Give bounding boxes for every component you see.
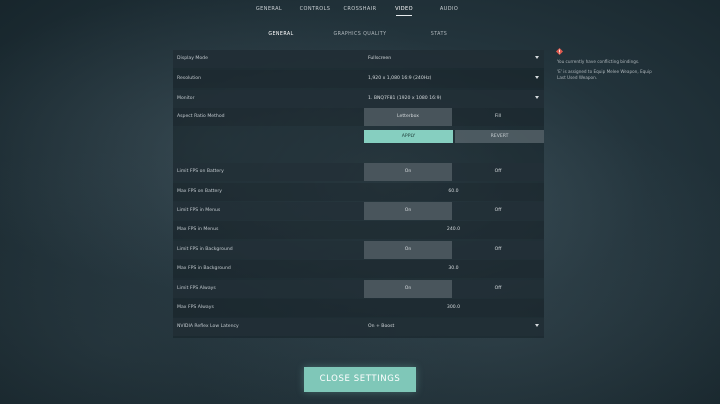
limit-fps-battery-label: Limit FPS on Battery	[177, 169, 224, 174]
chevron-down-icon[interactable]	[535, 76, 539, 79]
aspect-ratio-row: Aspect Ratio Method Letterbox Fill	[173, 108, 544, 126]
limit-fps-menus-on[interactable]: On	[364, 202, 452, 220]
note-line-2: 'E' is assigned to Equip Melee Weapon, E…	[557, 69, 652, 74]
max-fps-menus-row[interactable]: Max FPS in Menus 240.0	[173, 221, 544, 239]
limit-fps-menus-label: Limit FPS in Menus	[177, 208, 221, 213]
monitor-value: 1. BNQ7F81 (1920 x 1080 16:9)	[368, 96, 442, 101]
note-line-1: You currently have conflicting bindings.	[557, 59, 640, 64]
max-fps-background-row[interactable]: Max FPS in Background 30.0	[173, 260, 544, 278]
nvidia-reflex-label: NVIDIA Reflex Low Latency	[177, 324, 239, 329]
revert-button[interactable]: REVERT	[455, 130, 544, 143]
max-fps-always-value[interactable]: 300.0	[173, 305, 544, 310]
limit-fps-background-on[interactable]: On	[364, 241, 452, 259]
max-fps-battery-row[interactable]: Max FPS on Battery 60.0	[173, 183, 544, 201]
letterbox-option[interactable]: Letterbox	[364, 108, 452, 126]
display-mode-value: Fullscreen	[368, 56, 392, 61]
subtab-graphics-quality[interactable]: GRAPHICS QUALITY	[320, 32, 400, 37]
display-mode-label: Display Mode	[177, 56, 208, 61]
max-fps-battery-value[interactable]: 60.0	[173, 189, 544, 194]
nvidia-reflex-row[interactable]: NVIDIA Reflex Low Latency On + Boost	[173, 318, 544, 336]
monitor-label: Monitor	[177, 96, 195, 101]
monitor-row[interactable]: Monitor 1. BNQ7F81 (1920 x 1080 16:9)	[173, 90, 544, 108]
aspect-ratio-label: Aspect Ratio Method	[177, 114, 225, 119]
limit-fps-always-off[interactable]: Off	[454, 280, 542, 298]
limit-fps-battery-off[interactable]: Off	[454, 163, 542, 181]
fill-option[interactable]: Fill	[454, 108, 542, 126]
chevron-down-icon[interactable]	[535, 96, 539, 99]
sub-navigation: GENERAL GRAPHICS QUALITY STATS	[0, 30, 720, 42]
limit-fps-battery-on[interactable]: On	[364, 163, 452, 181]
subtab-general[interactable]: GENERAL	[241, 32, 321, 37]
warning-diamond-icon	[556, 48, 563, 55]
max-fps-background-value[interactable]: 30.0	[173, 266, 544, 271]
limit-fps-background-off[interactable]: Off	[454, 241, 542, 259]
resolution-label: Resolution	[177, 76, 202, 81]
close-settings-button[interactable]: CLOSE SETTINGS	[304, 367, 416, 392]
resolution-row[interactable]: Resolution 1,920 x 1,080 16:9 (240Hz)	[173, 70, 544, 88]
note-line-3: Last Used Weapon.	[557, 75, 598, 80]
apply-button[interactable]: APPLY	[364, 130, 453, 143]
tab-audio[interactable]: AUDIO	[419, 6, 479, 12]
limit-fps-background-label: Limit FPS in Background	[177, 247, 233, 252]
top-navigation: GENERAL CONTROLS CROSSHAIR VIDEO AUDIO	[0, 0, 720, 20]
max-fps-menus-value[interactable]: 240.0	[173, 227, 544, 232]
limit-fps-battery-row: Limit FPS on Battery On Off	[173, 163, 544, 181]
max-fps-always-row[interactable]: Max FPS Always 300.0	[173, 299, 544, 317]
apply-revert-group: APPLY REVERT	[364, 130, 544, 143]
limit-fps-always-label: Limit FPS Always	[177, 286, 216, 291]
display-mode-row[interactable]: Display Mode Fullscreen	[173, 50, 544, 68]
limit-fps-background-row: Limit FPS in Background On Off	[173, 241, 544, 259]
nvidia-reflex-value: On + Boost	[368, 324, 395, 329]
limit-fps-always-row: Limit FPS Always On Off	[173, 280, 544, 298]
limit-fps-menus-off[interactable]: Off	[454, 202, 542, 220]
resolution-value: 1,920 x 1,080 16:9 (240Hz)	[368, 76, 432, 81]
chevron-down-icon[interactable]	[535, 324, 539, 327]
limit-fps-menus-row: Limit FPS in Menus On Off	[173, 202, 544, 220]
subtab-stats[interactable]: STATS	[399, 32, 479, 37]
chevron-down-icon[interactable]	[535, 56, 539, 59]
limit-fps-always-on[interactable]: On	[364, 280, 452, 298]
